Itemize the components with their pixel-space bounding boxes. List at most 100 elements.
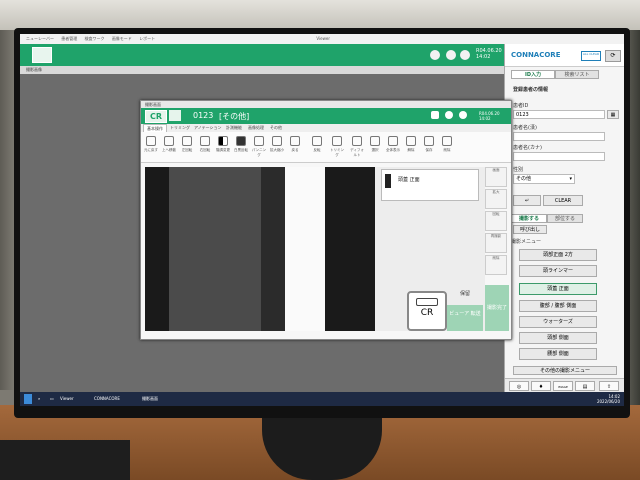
- select-button[interactable]: 選択: [367, 136, 383, 156]
- patient-id-field[interactable]: 0123: [513, 110, 605, 119]
- undo-button[interactable]: 元に戻す: [143, 136, 159, 156]
- flip-icon: [312, 136, 322, 146]
- tab-trimming[interactable]: トリミング: [167, 124, 193, 132]
- panel-footer: ◎ ♦ IMAGE ▤ ⇧: [505, 378, 624, 393]
- panel-heading: 登録患者の情報: [513, 87, 549, 93]
- top-menu-item[interactable]: 検査ワーク: [85, 34, 105, 44]
- delete-button[interactable]: 削除: [439, 136, 455, 156]
- image-icon[interactable]: IMAGE: [553, 381, 573, 391]
- settings-icon[interactable]: [459, 111, 467, 119]
- patient-id: 0123: [193, 111, 214, 120]
- back-button[interactable]: 戻る: [287, 136, 303, 156]
- app-logo-icon: [32, 47, 52, 63]
- alert-icon[interactable]: [445, 111, 453, 119]
- recall-button[interactable]: 呼び出し: [513, 225, 547, 234]
- move-up-button[interactable]: 上へ移動: [161, 136, 177, 156]
- release-button[interactable]: 解除: [403, 136, 419, 156]
- dialog-time: 14:02: [479, 116, 491, 121]
- menu-title: 撮影メニュー: [511, 239, 542, 245]
- fit-button[interactable]: 全体表示: [385, 136, 401, 156]
- taskbar-item-exam[interactable]: 撮影画面: [142, 394, 182, 404]
- taskbar-item-viewer[interactable]: Viewer: [60, 394, 88, 404]
- enter-icon[interactable]: ↵: [513, 195, 541, 206]
- menu-item[interactable]: 頭ラインマー: [519, 265, 597, 277]
- brand-logo: CONNACORE: [511, 51, 561, 59]
- top-menu-item[interactable]: ニューレーバー: [26, 34, 54, 44]
- start-icon[interactable]: [24, 394, 32, 404]
- default-button[interactable]: ディフォルト: [349, 136, 365, 157]
- cassette-icon: [416, 298, 438, 306]
- invert-button[interactable]: 白黒反転: [233, 136, 249, 156]
- top-menu-item[interactable]: レポート: [139, 34, 155, 44]
- list-icon[interactable]: ▤: [575, 381, 595, 391]
- clear-button[interactable]: CLEAR: [543, 195, 583, 206]
- image-pane-right: [325, 167, 375, 331]
- user-icon[interactable]: ♦: [531, 381, 551, 391]
- trash-icon: [442, 136, 452, 146]
- patient-name-field[interactable]: [513, 132, 605, 141]
- tab-part[interactable]: 部位する: [547, 214, 583, 223]
- print-icon[interactable]: [431, 111, 439, 119]
- delete-side-button[interactable]: 削除: [485, 255, 507, 275]
- refresh-icon[interactable]: ⟳: [605, 50, 621, 62]
- viewer-transfer-button[interactable]: ビューア 転送: [447, 305, 483, 331]
- power-icon[interactable]: ◎: [509, 381, 529, 391]
- other-menu-button[interactable]: その他の撮影メニュー: [513, 366, 617, 375]
- image-pane-edge: [261, 167, 285, 331]
- menu-item-selected[interactable]: 頭蓋 正面: [519, 283, 597, 295]
- enlarge-button[interactable]: 拡大: [485, 189, 507, 209]
- rotate-button[interactable]: 回転: [485, 211, 507, 231]
- thumbnail-item[interactable]: 頭蓋 正面: [381, 169, 479, 201]
- menu-item[interactable]: 腰部 側面: [519, 348, 597, 360]
- tab-other[interactable]: その他: [267, 124, 285, 132]
- top-menu-item[interactable]: 画像モード: [112, 34, 132, 44]
- view-button[interactable]: 画面: [485, 167, 507, 187]
- menu-item[interactable]: 頭部 側面: [519, 332, 597, 344]
- menu-item[interactable]: 腹部 / 腹部 側面: [519, 300, 597, 312]
- undo-icon: [146, 136, 156, 146]
- sex-select[interactable]: その他 ▾: [513, 174, 575, 184]
- tab-exam[interactable]: 撮影する: [511, 214, 547, 223]
- pan-button[interactable]: パンニング: [251, 136, 267, 157]
- tab-id-input[interactable]: ID入力: [511, 70, 555, 79]
- patient-panel: CONNACORE ALL CLEAR ⟳ ID入力 検索リスト 登録患者の情報…: [504, 44, 624, 393]
- panel-header: CONNACORE ALL CLEAR ⟳: [505, 44, 624, 67]
- hold-button[interactable]: 保留: [447, 285, 483, 303]
- menu-item[interactable]: ウォーターズ: [519, 316, 597, 328]
- trimming-button[interactable]: トリミング: [329, 136, 345, 157]
- sex-value: その他: [516, 176, 532, 182]
- taskbar-item-connacore[interactable]: CONNACORE: [94, 394, 134, 404]
- cr-badge: CR: [145, 110, 167, 123]
- chevron-down-icon: ▾: [569, 176, 572, 182]
- search-icon[interactable]: ⌕: [38, 394, 46, 404]
- release-icon: [406, 136, 416, 146]
- task-view-icon[interactable]: ▭: [50, 394, 58, 404]
- settings-icon[interactable]: [460, 50, 470, 60]
- clock-date: 2022/06/20: [596, 399, 620, 404]
- patient-name-label: 患者名(漢): [513, 125, 537, 131]
- cr-device-button[interactable]: CR: [407, 291, 447, 331]
- tab-image-process[interactable]: 画像処理: [245, 124, 267, 132]
- tab-measure[interactable]: 計測機能: [223, 124, 245, 132]
- print-icon[interactable]: [430, 50, 440, 60]
- back-icon: [290, 136, 300, 146]
- flip-button[interactable]: 反転: [309, 136, 325, 156]
- rotate-right-button[interactable]: 右回転: [197, 136, 213, 156]
- zoom-button[interactable]: 拡大縮小: [269, 136, 285, 156]
- alert-icon[interactable]: [446, 50, 456, 60]
- tab-annotation[interactable]: アノテーション: [191, 124, 225, 132]
- all-clear-badge[interactable]: ALL CLEAR: [581, 51, 601, 61]
- contrast-button[interactable]: 階調変更: [215, 136, 231, 156]
- retake-button[interactable]: 再撮影: [485, 233, 507, 253]
- rotate-left-button[interactable]: 左回転: [179, 136, 195, 156]
- upload-icon[interactable]: ⇧: [599, 381, 619, 391]
- keypad-icon[interactable]: ▦: [607, 110, 619, 119]
- save-button[interactable]: 保存: [421, 136, 437, 156]
- finish-exam-button[interactable]: 撮影完了: [485, 285, 509, 331]
- tab-search-list[interactable]: 検索リスト: [555, 70, 599, 79]
- dialog-header: CR 0123 [その他] R04.06.20 14:02: [141, 108, 511, 124]
- top-menu-item[interactable]: 患者管理: [61, 34, 77, 44]
- patient-icon: [169, 110, 181, 121]
- menu-item[interactable]: 頭部正面 2方: [519, 249, 597, 261]
- patient-kana-field[interactable]: [513, 152, 605, 161]
